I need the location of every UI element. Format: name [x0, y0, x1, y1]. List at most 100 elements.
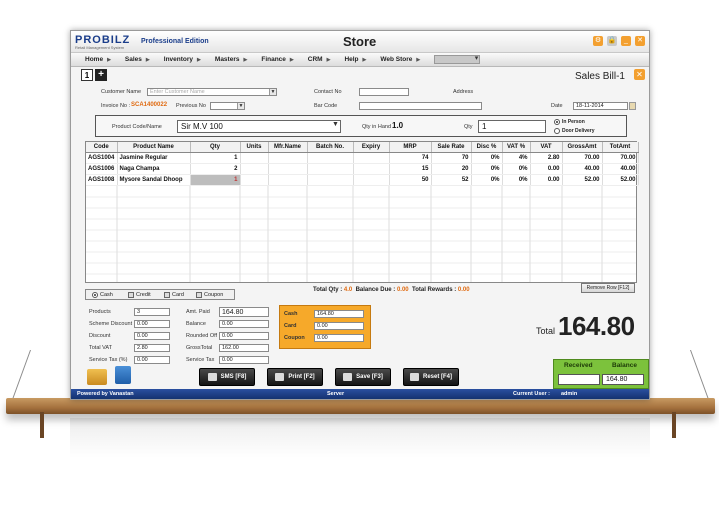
door-delivery-radio[interactable]: Door Delivery	[554, 128, 595, 134]
col-expiry[interactable]: Expiry	[353, 142, 390, 153]
menu-inventory[interactable]: Inventory ▶	[164, 56, 201, 63]
menu-masters[interactable]: Masters ▶	[215, 56, 247, 63]
cell-tot[interactable]: 40.00	[602, 163, 639, 175]
cell-expiry[interactable]	[353, 174, 390, 186]
cell-code[interactable]: AGS1008	[86, 174, 118, 186]
cell-units[interactable]	[240, 174, 269, 186]
close-bill-icon[interactable]: ✕	[634, 69, 645, 80]
cell-qty[interactable]: 1	[190, 152, 241, 164]
customer-name-input[interactable]: Enter Customer Name ▼	[147, 88, 277, 96]
in-person-radio[interactable]: In Person	[554, 119, 585, 125]
cell-name[interactable]: Jasmine Regular	[117, 152, 191, 164]
cell-qty-selected[interactable]: 1	[190, 174, 241, 186]
cell-mrp[interactable]: 15	[389, 163, 432, 175]
table-row[interactable]: AGS1006 Naga Champa 2 15 20 0% 0% 0.00 4…	[86, 163, 639, 175]
mix-card-field[interactable]: 0.00	[314, 322, 364, 330]
cell-disc[interactable]: 0%	[471, 174, 503, 186]
cell-tot[interactable]: 52.00	[602, 174, 639, 186]
add-tab-button[interactable]: +	[95, 69, 107, 81]
col-qty[interactable]: Qty	[190, 142, 241, 153]
cell-gross[interactable]: 40.00	[562, 163, 603, 175]
payment-credit-check[interactable]: Credit	[128, 292, 151, 298]
cell-batch[interactable]	[307, 174, 354, 186]
cell-gross[interactable]: 70.00	[562, 152, 603, 164]
cell-vat-pct[interactable]: 4%	[502, 152, 531, 164]
cell-vat[interactable]: 0.00	[530, 163, 563, 175]
col-sale-rate[interactable]: Sale Rate	[431, 142, 472, 153]
col-units[interactable]: Units	[240, 142, 269, 153]
calendar-icon[interactable]	[629, 102, 636, 110]
cell-mrp[interactable]: 74	[389, 152, 432, 164]
cell-mfr[interactable]	[268, 174, 308, 186]
received-input[interactable]	[558, 374, 600, 385]
table-row[interactable]: AGS1004 Jasmine Regular 1 74 70 0% 4% 2.…	[86, 152, 639, 164]
lock-icon[interactable]: 🔒	[607, 36, 617, 46]
contact-no-input[interactable]	[359, 88, 409, 96]
table-row[interactable]: AGS1008 Mysore Sandal Dhoop 1 50 52 0% 0…	[86, 174, 639, 186]
cell-code[interactable]: AGS1006	[86, 163, 118, 175]
tab-bill-1[interactable]: 1	[81, 69, 93, 81]
cell-name[interactable]: Mysore Sandal Dhoop	[117, 174, 191, 186]
bar-code-input[interactable]	[359, 102, 482, 110]
cell-tot[interactable]: 70.00	[602, 152, 639, 164]
cell-mrp[interactable]: 50	[389, 174, 432, 186]
cell-qty[interactable]: 2	[190, 163, 241, 175]
col-product-name[interactable]: Product Name	[117, 142, 191, 153]
product-dropdown-icon[interactable]: ▼	[332, 121, 339, 128]
sms-button[interactable]: SMS [F8]	[199, 368, 255, 386]
cell-expiry[interactable]	[353, 152, 390, 164]
cell-vat-pct[interactable]: 0%	[502, 163, 531, 175]
col-mfr-name[interactable]: Mfr.Name	[268, 142, 308, 153]
previous-no-select[interactable]: ▼	[210, 102, 245, 110]
product-code-input[interactable]: Sir M.V 100	[177, 120, 341, 133]
cell-code[interactable]: AGS1004	[86, 152, 118, 164]
cell-batch[interactable]	[307, 163, 354, 175]
qty-input[interactable]: 1	[478, 120, 546, 133]
cell-gross[interactable]: 52.00	[562, 174, 603, 186]
settings-icon[interactable]: ⚙	[593, 36, 603, 46]
minimize-icon[interactable]: _	[621, 36, 631, 46]
cell-units[interactable]	[240, 152, 269, 164]
cell-vat-pct[interactable]: 0%	[502, 174, 531, 186]
cell-vat[interactable]: 2.80	[530, 152, 563, 164]
col-batch-no[interactable]: Batch No.	[307, 142, 354, 153]
cell-rate[interactable]: 70	[431, 152, 472, 164]
cell-disc[interactable]: 0%	[471, 152, 503, 164]
cash-drawer-icon[interactable]	[87, 369, 107, 385]
save-button[interactable]: Save [F3]	[335, 368, 391, 386]
col-disc[interactable]: Disc %	[471, 142, 503, 153]
col-mrp[interactable]: MRP	[389, 142, 432, 153]
col-gross-amt[interactable]: GrossAmt	[562, 142, 603, 153]
menu-sales[interactable]: Sales ▶	[125, 56, 150, 63]
service-tax-pct-field[interactable]: 0.00	[134, 356, 170, 364]
amt-paid-field[interactable]: 164.80	[219, 307, 269, 317]
cell-expiry[interactable]	[353, 163, 390, 175]
menu-store-select[interactable]	[434, 54, 481, 64]
cell-mfr[interactable]	[268, 152, 308, 164]
col-tot-amt[interactable]: TotAmt	[602, 142, 639, 153]
close-icon[interactable]: ✕	[635, 36, 645, 46]
print-button[interactable]: Print [F2]	[267, 368, 323, 386]
cell-name[interactable]: Naga Champa	[117, 163, 191, 175]
discount-field[interactable]: 0.00	[134, 332, 170, 340]
cell-units[interactable]	[240, 163, 269, 175]
cell-disc[interactable]: 0%	[471, 163, 503, 175]
col-vat[interactable]: VAT	[530, 142, 563, 153]
menu-help[interactable]: Help ▶	[344, 56, 366, 63]
col-vat-pct[interactable]: VAT %	[502, 142, 531, 153]
menu-finance[interactable]: Finance ▶	[261, 56, 293, 63]
cell-vat[interactable]: 0.00	[530, 174, 563, 186]
cell-mfr[interactable]	[268, 163, 308, 175]
payment-coupon-check[interactable]: Coupon	[196, 292, 223, 298]
menu-web-store[interactable]: Web Store ▶	[380, 56, 420, 63]
shopping-bag-icon[interactable]	[115, 366, 131, 384]
cell-batch[interactable]	[307, 152, 354, 164]
mix-coupon-field[interactable]: 0.00	[314, 334, 364, 342]
menu-crm[interactable]: CRM ▶	[308, 56, 331, 63]
payment-cash-radio[interactable]: Cash	[92, 292, 113, 298]
cell-rate[interactable]: 52	[431, 174, 472, 186]
menu-home[interactable]: Home ▶	[85, 56, 111, 63]
payment-card-check[interactable]: Card	[164, 292, 184, 298]
mix-cash-field[interactable]: 164.80	[314, 310, 364, 318]
reset-button[interactable]: Reset [F4]	[403, 368, 459, 386]
